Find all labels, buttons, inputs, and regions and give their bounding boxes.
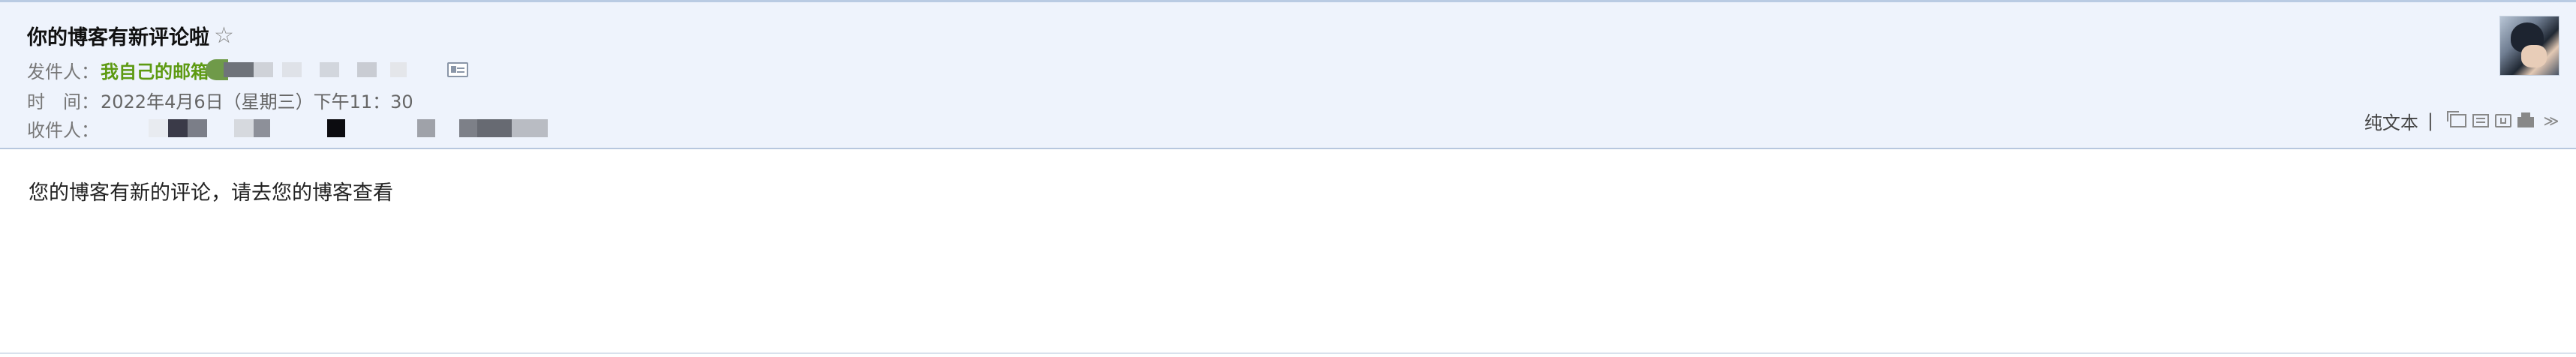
redaction-block — [224, 62, 254, 77]
contact-card-icon[interactable] — [447, 62, 468, 77]
redaction-block — [149, 119, 168, 137]
toolbar-separator: | — [2427, 110, 2433, 131]
new-window-icon[interactable] — [2447, 111, 2466, 128]
sender-address-redacted — [206, 59, 438, 80]
mail-body: 您的博客有新的评论，请去您的博客查看 — [0, 149, 2576, 352]
from-label: 发件人： — [27, 61, 99, 82]
save-icon[interactable] — [2495, 114, 2511, 128]
recipient-redacted — [102, 117, 560, 140]
time-value: 2022年4月6日（星期三）下午11：30 — [101, 91, 413, 112]
subject-row: 你的博客有新评论啦 ☆ — [27, 20, 234, 50]
time-row: 时 间： 2022年4月6日（星期三）下午11：30 — [27, 86, 413, 113]
redaction-block — [327, 119, 345, 137]
redaction-block — [188, 119, 207, 137]
redaction-block — [390, 62, 407, 77]
plaintext-button[interactable]: 纯文本 — [2364, 108, 2418, 134]
sender-name[interactable]: 我自己的邮箱 — [101, 57, 209, 83]
bottom-divider — [0, 352, 2576, 354]
email-subject: 你的博客有新评论啦 — [27, 26, 209, 50]
redaction-block — [512, 119, 548, 137]
mail-toolbar: 纯文本 | ≫ — [2364, 107, 2559, 134]
sender-avatar[interactable] — [2499, 16, 2559, 76]
star-icon[interactable]: ☆ — [214, 22, 234, 49]
from-row: 发件人： 我自己的邮箱 — [27, 56, 468, 83]
redaction-block — [168, 119, 188, 137]
to-label: 收件人： — [27, 119, 99, 141]
note-icon[interactable] — [2472, 114, 2489, 128]
more-icon[interactable]: ≫ — [2543, 113, 2559, 128]
redaction-block — [477, 119, 512, 137]
redaction-block — [254, 62, 273, 77]
redaction-block — [417, 119, 435, 137]
redaction-block — [254, 119, 270, 137]
body-text: 您的博客有新的评论，请去您的博客查看 — [29, 182, 393, 205]
mail-header: 你的博客有新评论啦 ☆ 发件人： 我自己的邮箱 时 间： 2022年4月6日（星… — [0, 2, 2576, 149]
redaction-block — [234, 119, 254, 137]
redaction-block — [320, 62, 339, 77]
redaction-block — [357, 62, 377, 77]
redaction-block — [459, 119, 477, 137]
to-row: 收件人： — [27, 115, 560, 142]
redaction-block — [282, 62, 302, 77]
print-icon[interactable] — [2517, 112, 2534, 128]
time-label: 时 间： — [27, 91, 99, 112]
